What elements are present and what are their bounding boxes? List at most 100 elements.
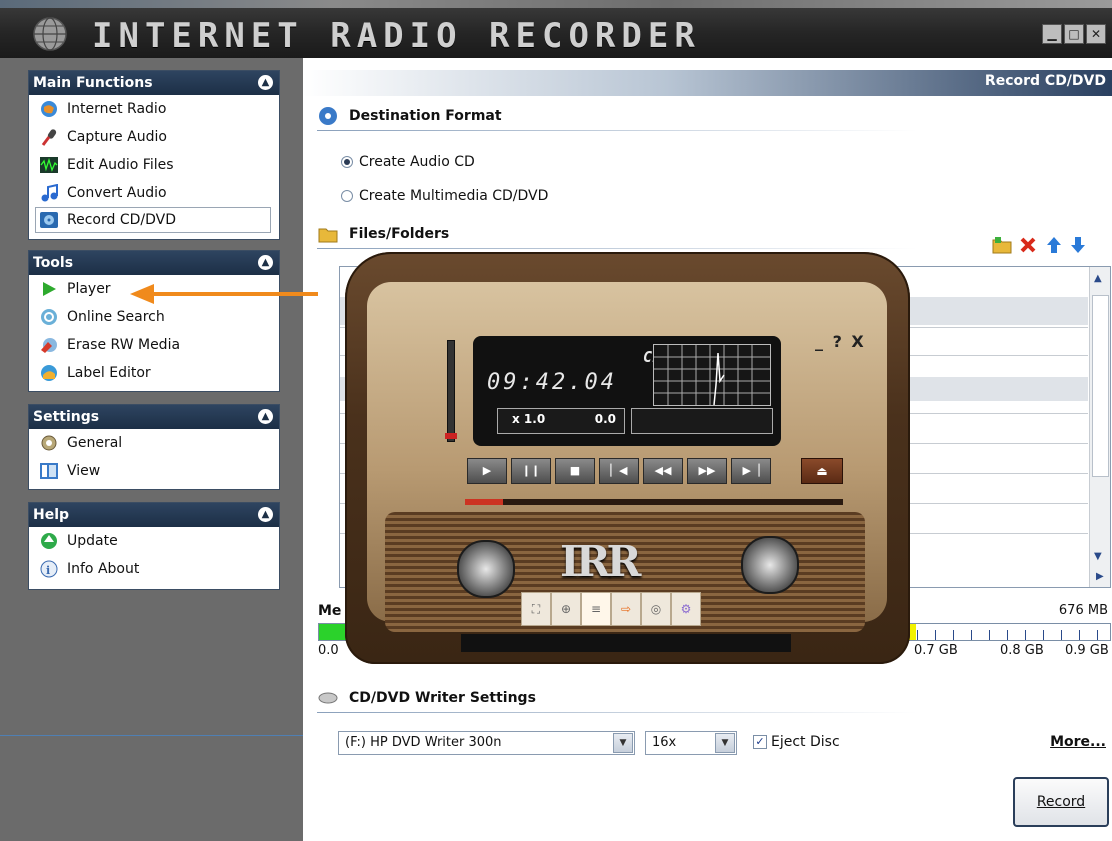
eject-button[interactable]: ⏏ — [801, 458, 843, 484]
folder-icon — [317, 224, 339, 244]
minimize-button[interactable]: ▁ — [1042, 24, 1062, 44]
panel-title: Main Functions — [33, 75, 153, 91]
sidebar-item-online-search[interactable]: Online Search — [29, 303, 279, 331]
help-header[interactable]: Help ▲ — [29, 503, 279, 527]
next-button[interactable]: ▶▕ — [731, 458, 771, 484]
files-folders-section: Files/Folders — [317, 224, 449, 244]
collapse-icon[interactable]: ▲ — [258, 75, 273, 90]
zoom-icon[interactable]: ⊕ — [551, 592, 581, 626]
fullscreen-icon[interactable]: ⛶ — [521, 592, 551, 626]
sidebar-item-label: Internet Radio — [67, 101, 167, 117]
info-display — [631, 408, 773, 434]
chevron-down-icon[interactable]: ▼ — [613, 733, 633, 753]
playlist-icon[interactable]: ≡ — [581, 592, 611, 626]
sidebar-item-label: Player — [67, 281, 111, 297]
record-button[interactable]: Record — [1013, 777, 1109, 827]
create-multimedia-option[interactable]: Create Multimedia CD/DVD — [341, 188, 548, 204]
sidebar-item-update[interactable]: Update — [29, 527, 279, 555]
speed-display: x 1.0 0.0 — [497, 408, 625, 434]
vertical-scrollbar[interactable]: ▲ ▼ ▶ — [1089, 267, 1110, 587]
maximize-button[interactable]: □ — [1064, 24, 1084, 44]
rewind-button[interactable]: ◀◀ — [643, 458, 683, 484]
waveform-icon — [39, 155, 59, 175]
sidebar-item-label-editor[interactable]: Label Editor — [29, 359, 279, 387]
create-audio-cd-option[interactable]: Create Audio CD — [341, 154, 475, 170]
radio-button[interactable] — [341, 190, 353, 202]
play-button[interactable]: ▶ — [467, 458, 507, 484]
section-title: Destination Format — [349, 108, 502, 124]
position-value: 0.0 — [594, 412, 616, 426]
sidebar-item-capture-audio[interactable]: Capture Audio — [29, 123, 279, 151]
sidebar-item-edit-audio-files[interactable]: Edit Audio Files — [29, 151, 279, 179]
playback-progress[interactable] — [465, 499, 843, 505]
volume-slider[interactable] — [445, 340, 457, 442]
move-down-icon[interactable] — [1067, 234, 1089, 256]
section-divider — [317, 130, 917, 131]
tools-header[interactable]: Tools ▲ — [29, 251, 279, 275]
eject-label: Eject Disc — [771, 734, 840, 750]
remove-icon[interactable] — [1017, 234, 1039, 256]
label-icon — [39, 363, 59, 383]
stop-button[interactable]: ■ — [555, 458, 595, 484]
globe-icon — [39, 99, 59, 119]
sidebar-item-erase-rw-media[interactable]: Erase RW Media — [29, 331, 279, 359]
media-label: Me — [318, 603, 342, 619]
media-ticks — [917, 630, 1107, 640]
help-panel: Help ▲ Update i Info About — [28, 502, 280, 590]
sidebar-item-label: Convert Audio — [67, 185, 167, 201]
volume-slider-handle[interactable] — [445, 433, 457, 439]
chevron-down-icon[interactable]: ▼ — [715, 733, 735, 753]
collapse-icon[interactable]: ▲ — [258, 507, 273, 522]
more-link[interactable]: More... — [1050, 734, 1106, 750]
sidebar-item-label: Record CD/DVD — [67, 212, 176, 228]
close-button[interactable]: ✕ — [1086, 24, 1106, 44]
sidebar-item-view[interactable]: View — [29, 457, 279, 485]
player-window-controls[interactable]: _ ? X — [815, 332, 866, 351]
pause-button[interactable]: ❙❙ — [511, 458, 551, 484]
settings-icon[interactable]: ⚙ — [671, 592, 701, 626]
section-divider — [317, 248, 917, 249]
checkbox[interactable]: ✓ — [753, 735, 767, 749]
info-icon: i — [39, 559, 59, 579]
section-divider — [317, 712, 917, 713]
collapse-icon[interactable]: ▲ — [258, 255, 273, 270]
fast-forward-button[interactable]: ▶▶ — [687, 458, 727, 484]
scroll-up-icon[interactable]: ▲ — [1094, 273, 1102, 284]
sidebar-item-info-about[interactable]: i Info About — [29, 555, 279, 583]
volume-knob[interactable] — [457, 540, 515, 598]
panel-title: Tools — [33, 255, 74, 271]
tools-panel: Tools ▲ Player Online Search Erase RW Me… — [28, 250, 280, 392]
scroll-thumb[interactable] — [1092, 295, 1109, 477]
radio-button[interactable] — [341, 156, 353, 168]
update-icon — [39, 531, 59, 551]
destination-format-section: Destination Format — [317, 106, 502, 126]
main-header-bar: Record CD/DVD — [303, 70, 1112, 96]
scroll-right-icon[interactable]: ▶ — [1096, 571, 1104, 582]
collapse-icon[interactable]: ▲ — [258, 409, 273, 424]
sidebar-item-record-cd-dvd[interactable]: Record CD/DVD — [35, 207, 271, 233]
scroll-down-icon[interactable]: ▼ — [1094, 551, 1102, 562]
settings-header[interactable]: Settings ▲ — [29, 405, 279, 429]
microphone-icon — [39, 127, 59, 147]
radio-player-window[interactable]: CLOCK 09:42.04 x 1.0 0.0 _ ? X ▶ ❙ — [345, 252, 910, 664]
drive-icon — [317, 688, 339, 708]
sidebar-item-internet-radio[interactable]: Internet Radio — [29, 95, 279, 123]
media-size: 676 MB — [1058, 603, 1108, 618]
previous-button[interactable]: ▏◀ — [599, 458, 639, 484]
main-functions-header[interactable]: Main Functions ▲ — [29, 71, 279, 95]
sidebar-item-label: Label Editor — [67, 365, 151, 381]
gb-label: 0.7 GB — [914, 643, 958, 658]
drive-select[interactable]: (F:) HP DVD Writer 300n ▼ — [338, 731, 635, 755]
sidebar-item-label: View — [67, 463, 101, 479]
disc-burn-icon — [39, 210, 59, 230]
sidebar-item-label: Erase RW Media — [67, 337, 181, 353]
forward-arrow-icon[interactable]: ⇨ — [611, 592, 641, 626]
speed-select[interactable]: 16x ▼ — [645, 731, 737, 755]
move-up-icon[interactable] — [1043, 234, 1065, 256]
sidebar-item-general[interactable]: General — [29, 429, 279, 457]
sidebar-item-convert-audio[interactable]: Convert Audio — [29, 179, 279, 207]
record-icon[interactable]: ◎ — [641, 592, 671, 626]
tuning-knob[interactable] — [741, 536, 799, 594]
add-folder-icon[interactable] — [991, 234, 1013, 256]
eject-disc-checkbox[interactable]: ✓ Eject Disc — [753, 734, 840, 750]
